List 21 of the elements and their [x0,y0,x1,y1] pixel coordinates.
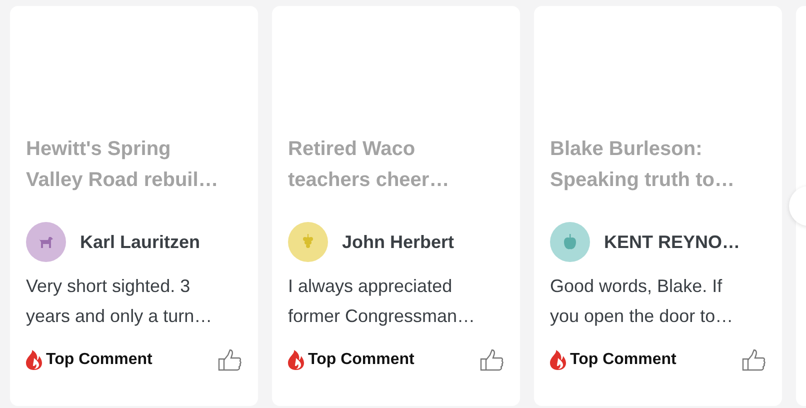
author-name[interactable]: Karl Lauritzen [80,232,200,252]
comment-text[interactable]: Good words, Blake. If you open the door to… [550,271,750,331]
apple-icon [563,234,577,250]
comment-card[interactable]: Hewitt's Spring Valley Road rebuil… Karl Lauritzen Very short sighted. 3 years and only a turn… Top Comment [10,6,258,406]
comment-text[interactable]: Very short sighted. 3 years and only a turn… [26,271,226,331]
thumbs-up-icon[interactable] [742,349,766,371]
top-comment-label: Top Comment [570,351,676,369]
top-comment-label: Top Comment [46,351,152,369]
flame-icon [26,350,42,370]
grapes-icon [302,234,314,250]
flame-icon [550,350,566,370]
top-comment-label: Top Comment [308,351,414,369]
comment-text[interactable]: I always appreciated former Congressman… [288,271,488,331]
flame-icon [288,350,304,370]
thumbs-up-icon[interactable] [218,349,242,371]
comment-card[interactable]: Blake Burleson: Speaking truth to… KENT REYNO… Good words, Blake. If you open the door to… Top Comment [534,6,782,406]
author-name[interactable]: John Herbert [342,232,454,252]
thumbs-up-icon[interactable] [480,349,504,371]
dog-icon [38,235,54,249]
comment-card[interactable]: Retired Waco teachers cheer… John Herbert I always appreciated former Congressman… Top Comment [272,6,520,406]
author-name[interactable]: KENT REYNO… [604,232,740,252]
